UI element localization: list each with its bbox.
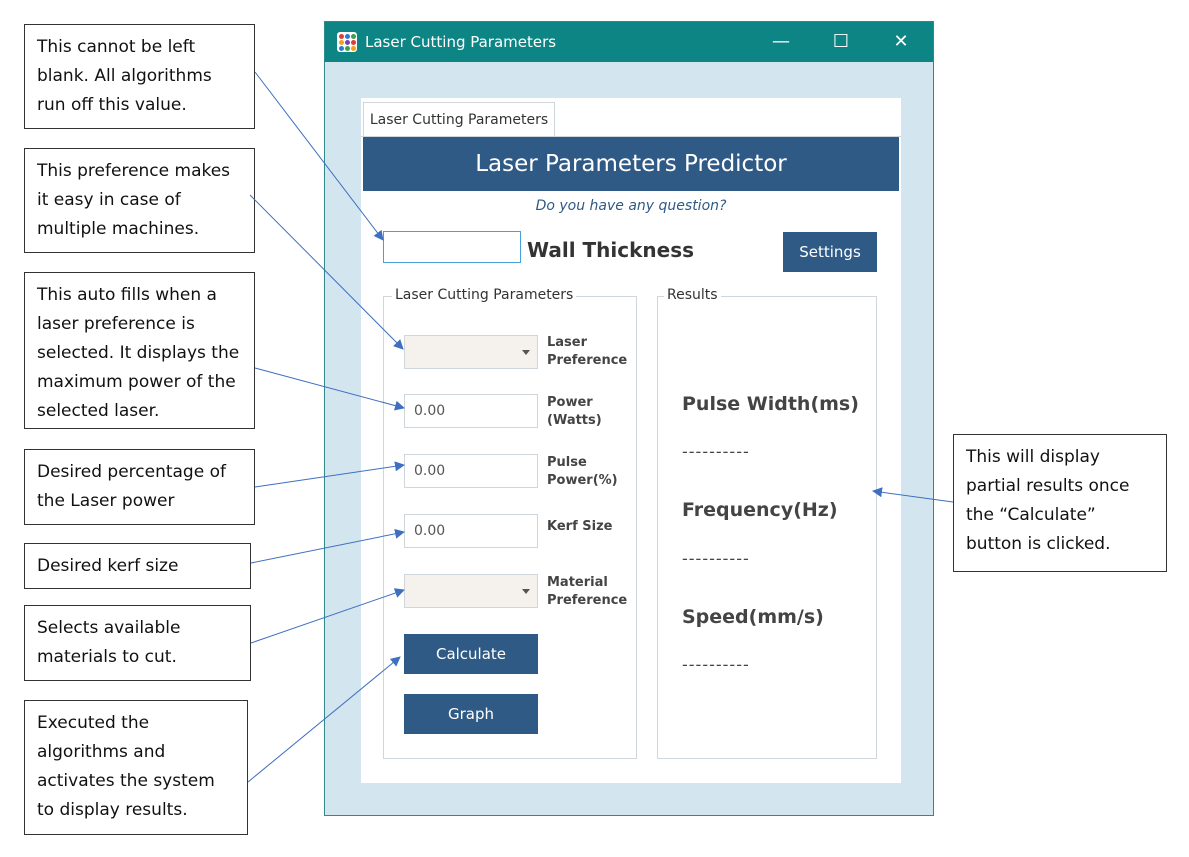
maximize-icon[interactable]: ☐ bbox=[811, 22, 871, 62]
parameters-group: Laser Cutting Parameters Laser Preferenc… bbox=[383, 287, 637, 759]
tab-laser-cutting-parameters[interactable]: Laser Cutting Parameters bbox=[363, 102, 555, 136]
window-title: Laser Cutting Parameters bbox=[365, 33, 557, 51]
settings-button[interactable]: Settings bbox=[783, 232, 877, 272]
client-area: Laser Cutting Parameters Laser Parameter… bbox=[361, 98, 901, 783]
frequency-label: Frequency(Hz) bbox=[682, 499, 838, 521]
power-label: Power (Watts) bbox=[547, 395, 602, 428]
callout-calculate: Executed the algorithms and activates th… bbox=[24, 700, 248, 835]
tab-strip: Laser Cutting Parameters bbox=[361, 98, 901, 137]
laser-preference-select[interactable] bbox=[404, 335, 538, 369]
parameters-group-title: Laser Cutting Parameters bbox=[392, 287, 577, 303]
kerf-size-label: Kerf Size bbox=[547, 519, 613, 534]
wall-thickness-input[interactable] bbox=[383, 231, 521, 263]
pulse-width-label: Pulse Width(ms) bbox=[682, 393, 859, 415]
material-preference-label: Material Preference bbox=[547, 575, 628, 608]
graph-button[interactable]: Graph bbox=[404, 694, 538, 734]
callout-kerf: Desired kerf size bbox=[24, 543, 251, 589]
pulse-power-input[interactable]: 0.00 bbox=[404, 454, 538, 488]
callout-results: This will display partial results once t… bbox=[953, 434, 1167, 572]
power-input[interactable]: 0.00 bbox=[404, 394, 538, 428]
pulse-power-label: Pulse Power(%) bbox=[547, 455, 618, 488]
material-preference-select[interactable] bbox=[404, 574, 538, 608]
chevron-down-icon bbox=[522, 350, 530, 355]
frequency-value: ---------- bbox=[682, 549, 750, 568]
page-title: Laser Parameters Predictor bbox=[363, 137, 899, 191]
app-window: Laser Cutting Parameters — ☐ ✕ Laser Cut… bbox=[324, 21, 934, 816]
kerf-size-input[interactable]: 0.00 bbox=[404, 514, 538, 548]
callout-laser-preference: This preference makes it easy in case of… bbox=[24, 148, 255, 253]
speed-value: ---------- bbox=[682, 655, 750, 674]
question-link[interactable]: Do you have any question? bbox=[361, 198, 901, 214]
wall-thickness-label: Wall Thickness bbox=[527, 238, 695, 262]
speed-label: Speed(mm/s) bbox=[682, 606, 824, 628]
close-icon[interactable]: ✕ bbox=[871, 22, 931, 62]
minimize-icon[interactable]: — bbox=[751, 22, 811, 62]
calculate-button[interactable]: Calculate bbox=[404, 634, 538, 674]
callout-pulse-power: Desired percentage of the Laser power bbox=[24, 449, 255, 525]
callout-material: Selects available materials to cut. bbox=[24, 605, 251, 681]
results-group: Results Pulse Width(ms) ---------- Frequ… bbox=[657, 287, 877, 759]
callout-wall-thickness: This cannot be left blank. All algorithm… bbox=[24, 24, 255, 129]
callout-power: This auto fills when a laser preference … bbox=[24, 272, 255, 429]
pulse-width-value: ---------- bbox=[682, 442, 750, 461]
app-icon bbox=[337, 32, 357, 52]
results-group-title: Results bbox=[664, 287, 721, 303]
laser-preference-label: Laser Preference bbox=[547, 335, 628, 368]
title-bar[interactable]: Laser Cutting Parameters — ☐ ✕ bbox=[325, 22, 933, 62]
chevron-down-icon bbox=[522, 589, 530, 594]
